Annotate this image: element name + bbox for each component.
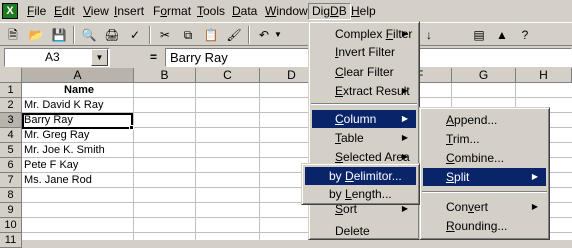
submenu-arrow-icon: ▶ (401, 86, 408, 95)
gridline (195, 83, 196, 240)
menu-item-convert[interactable]: Convert ▶ (423, 198, 546, 216)
row-header[interactable]: 2 (0, 98, 22, 113)
select-all-corner[interactable] (0, 68, 22, 83)
excel-app-icon[interactable]: X (2, 3, 18, 19)
menu-digdb[interactable]: DigDB (308, 3, 351, 20)
menu-edit[interactable]: Edit (51, 3, 78, 20)
menu-help[interactable]: Help (348, 3, 379, 20)
column-header-h[interactable]: H (516, 68, 572, 83)
open-icon[interactable]: 📂 (27, 26, 45, 44)
menu-item-rounding[interactable]: Rounding... (423, 217, 546, 235)
cut-icon[interactable]: ✂ (156, 26, 174, 44)
split-submenu: by Delimitor... by Length... (301, 163, 420, 205)
menu-separator (422, 191, 547, 193)
menu-item-column[interactable]: Column ▶ (312, 110, 416, 128)
column-header-b[interactable]: B (134, 68, 196, 83)
undo-icon[interactable]: ↶ (255, 26, 273, 44)
submenu-arrow-icon: ▶ (531, 202, 538, 211)
submenu-arrow-icon: ▶ (401, 29, 408, 38)
cell-a2[interactable]: Mr. David K Ray (24, 98, 103, 113)
cell-a7[interactable]: Ms. Jane Rod (24, 173, 92, 188)
digdb-menu: Complex Filter ▶ Invert Filter Clear Filt… (308, 21, 420, 240)
menu-separator (311, 103, 417, 105)
toolbar-separator (149, 26, 151, 44)
menu-format[interactable]: Format (150, 3, 194, 20)
undo-dropdown-icon[interactable]: ▼ (273, 26, 283, 44)
new-icon[interactable]: 🗎 (4, 26, 22, 44)
fill-handle[interactable] (129, 125, 134, 130)
menu-window[interactable]: Window (262, 3, 311, 20)
menu-item-trim[interactable]: Trim... (423, 130, 546, 148)
name-box-dropdown-icon[interactable]: ▼ (91, 49, 108, 66)
menu-item-by-length[interactable]: by Length... (305, 185, 416, 203)
save-icon[interactable]: 💾 (50, 26, 68, 44)
paste-icon[interactable]: 📋 (202, 26, 220, 44)
row-header[interactable]: 3 (0, 113, 22, 128)
column-submenu: Append... Trim... Combine... Split ▶ Conv… (419, 107, 550, 240)
row-header[interactable]: 1 (0, 83, 22, 98)
formula-equals: = (150, 50, 158, 64)
menu-item-table[interactable]: Table ▶ (312, 129, 416, 147)
print-preview-icon[interactable]: 🔍 (80, 26, 98, 44)
row-header[interactable]: 5 (0, 143, 22, 158)
column-header-c[interactable]: C (196, 68, 260, 83)
row-header[interactable]: 11 (0, 233, 22, 248)
spelling-icon[interactable]: ✓ (126, 26, 144, 44)
row-header[interactable]: 10 (0, 218, 22, 233)
menu-data[interactable]: Data (229, 3, 260, 20)
menu-insert[interactable]: Insert (111, 3, 147, 20)
menu-item-extract-result[interactable]: Extract Result ▶ (312, 82, 416, 100)
drawing-icon[interactable]: ▲ (493, 26, 511, 44)
submenu-arrow-icon: ▶ (401, 133, 408, 142)
row-header[interactable]: 6 (0, 158, 22, 173)
menu-item-by-delimitor[interactable]: by Delimitor... (305, 167, 416, 185)
cell-a5[interactable]: Mr. Joe K. Smith (24, 143, 105, 158)
help-icon[interactable]: ? (516, 26, 534, 44)
menu-item-delete[interactable]: Delete (312, 222, 416, 236)
menu-item-invert-filter[interactable]: Invert Filter (312, 43, 416, 61)
row-header[interactable]: 4 (0, 128, 22, 143)
menu-bar: X File Edit View Insert Format Tools Dat… (0, 0, 572, 22)
menu-item-combine[interactable]: Combine... (423, 149, 546, 167)
copy-icon[interactable]: ⧉ (179, 26, 197, 44)
toolbar-separator (73, 26, 75, 44)
submenu-arrow-icon: ▶ (531, 172, 538, 181)
menu-item-complex-filter[interactable]: Complex Filter ▶ (312, 25, 416, 43)
menu-file[interactable]: File (24, 3, 49, 20)
gridline (133, 83, 134, 240)
cell-a4[interactable]: Mr. Greg Ray (24, 128, 89, 143)
print-icon[interactable]: 🖨 (103, 26, 121, 44)
toolbar-separator (248, 26, 250, 44)
menu-tools[interactable]: Tools (194, 3, 228, 20)
standard-toolbar: 🗎 📂 💾 🔍 🖨 ✓ ✂ ⧉ 📋 🖌 ↶ ▼ ↓ ▤ ▲ ? (0, 22, 572, 46)
menu-item-split[interactable]: Split ▶ (423, 168, 546, 186)
cell-a1[interactable]: Name (24, 83, 134, 98)
format-painter-icon[interactable]: 🖌 (225, 26, 243, 44)
chart-wizard-icon[interactable]: ▤ (470, 26, 488, 44)
row-header[interactable]: 7 (0, 173, 22, 188)
cell-a6[interactable]: Pete F Kay (24, 158, 78, 173)
gridline (259, 83, 260, 240)
menu-item-append[interactable]: Append... (423, 111, 546, 129)
submenu-arrow-icon: ▶ (401, 114, 408, 123)
sort-descending-icon[interactable]: ↓ (420, 26, 438, 44)
row-header[interactable]: 9 (0, 203, 22, 218)
menu-item-clear-filter[interactable]: Clear Filter (312, 63, 416, 81)
column-header-g[interactable]: G (452, 68, 516, 83)
column-header-a[interactable]: A (22, 68, 134, 83)
row-header[interactable]: 8 (0, 188, 22, 203)
active-cell-border (22, 113, 133, 129)
menu-view[interactable]: View (80, 3, 112, 20)
